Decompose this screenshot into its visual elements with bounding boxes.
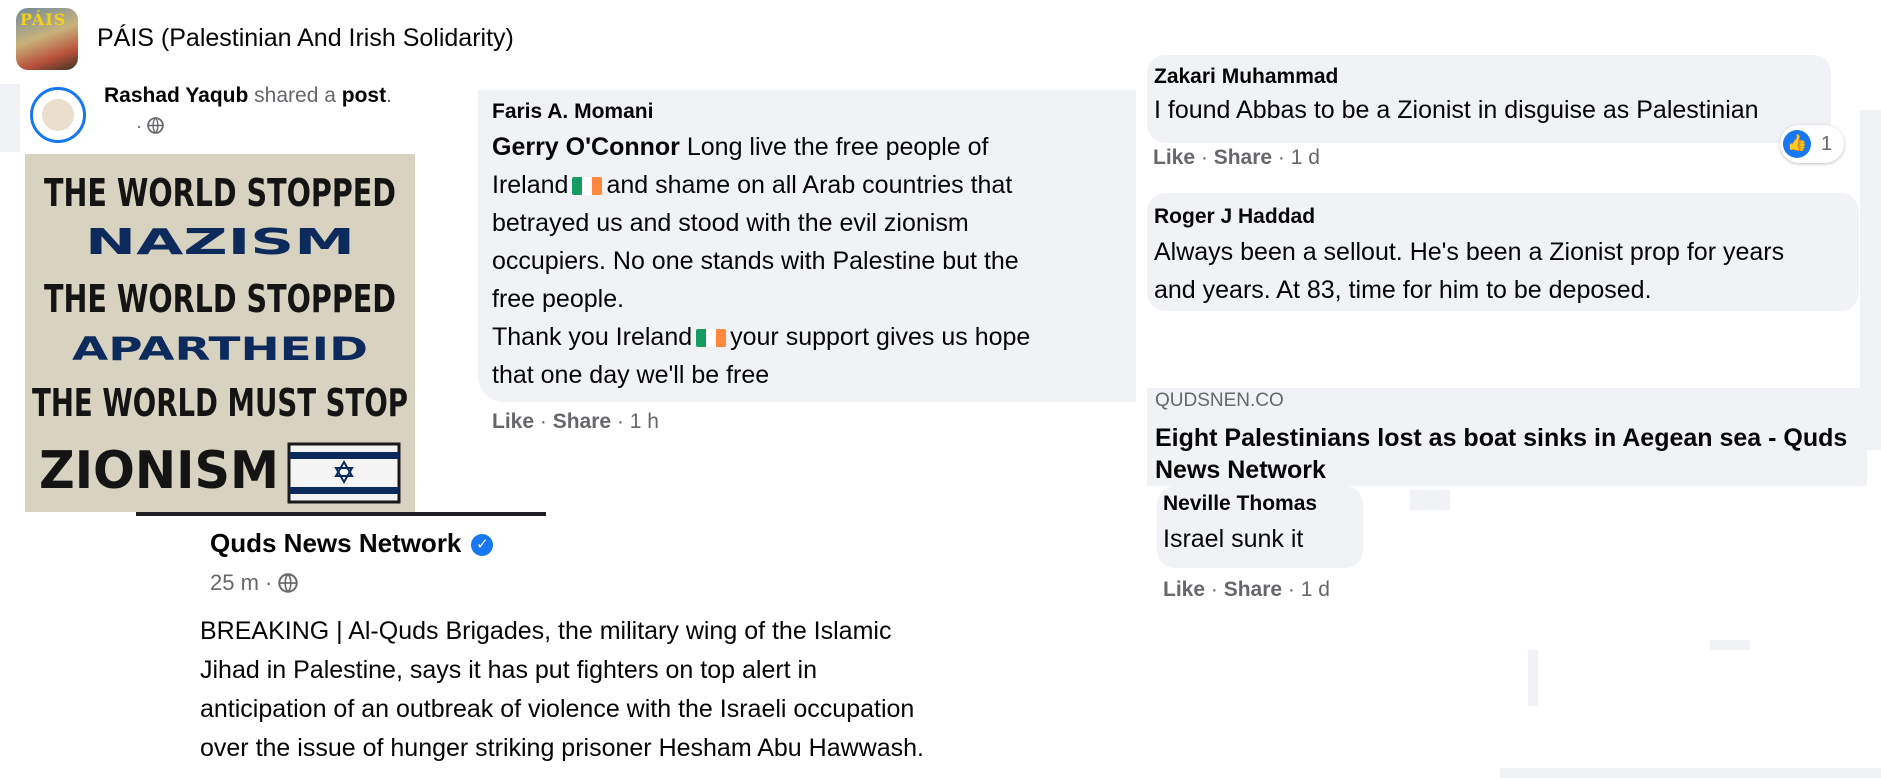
sign-line-5: THE WORLD MUST STOP: [32, 381, 408, 425]
ireland-flag-icon: [572, 177, 603, 196]
post-link[interactable]: post: [342, 84, 386, 107]
sign-line-2: NAZISM: [85, 222, 355, 263]
sharer-avatar[interactable]: [30, 87, 86, 143]
text-line: over the issue of hunger striking prison…: [200, 734, 924, 762]
background-fragment: [1860, 110, 1881, 450]
like-button[interactable]: Like: [1163, 578, 1205, 601]
comment-author[interactable]: Neville Thomas: [1163, 492, 1317, 516]
comment-text: Always been a sellout. He's been a Zioni…: [1154, 233, 1784, 309]
sign-line-6: ZIONISM: [39, 441, 279, 501]
comment-text: Israel sunk it: [1163, 525, 1304, 553]
link-domain: QUDSNEN.CO: [1155, 390, 1284, 411]
like-button[interactable]: Like: [492, 410, 534, 433]
ireland-flag-icon: [696, 329, 727, 348]
comment-author[interactable]: Faris A. Momani: [492, 100, 653, 124]
comment-author[interactable]: Roger J Haddad: [1154, 205, 1315, 229]
text-line: and shame on all Arab countries that: [606, 171, 1013, 199]
comment-zakari-bubble: Zakari Muhammad I found Abbas to be a Zi…: [1147, 55, 1831, 143]
text-line: that one day we'll be free: [492, 361, 770, 389]
tagged-user[interactable]: Gerry O'Connor: [492, 133, 680, 161]
comment-neville-actions: Like · Share · 1 d: [1163, 578, 1330, 601]
comment-neville-bubble: Neville Thomas Israel sunk it: [1157, 486, 1363, 568]
link-title[interactable]: Eight Palestinians lost as boat sinks in…: [1155, 422, 1847, 486]
comment-faris-bubble: Faris A. Momani Gerry O'Connor Long live…: [478, 90, 1136, 402]
link-preview-card[interactable]: QUDSNEN.CO Eight Palestinians lost as bo…: [1147, 388, 1867, 486]
shared-a-text: shared a: [254, 84, 336, 107]
sign-line-4: APARTHEID: [72, 330, 368, 368]
background-fragment: [1410, 490, 1450, 510]
group-avatar[interactable]: PÁIS: [16, 8, 78, 70]
qnn-page-name[interactable]: Quds News Network ✓: [210, 528, 494, 559]
like-button[interactable]: Like: [1153, 146, 1195, 169]
text-line: and years. At 83, time for him to be dep…: [1154, 276, 1652, 304]
group-avatar-text: PÁIS: [20, 10, 67, 29]
divider: [136, 512, 546, 516]
background-fragment: [1528, 650, 1538, 706]
meta-dot: ·: [136, 116, 142, 136]
shared-line: Rashad Yaqub shared a post.: [104, 84, 392, 108]
title-line: News Network: [1155, 456, 1326, 484]
shared-meta: ·: [136, 116, 164, 137]
comment-faris-actions: Like · Share · 1 h: [492, 410, 659, 433]
sign-line-1: THE WORLD STOPPED: [44, 171, 396, 215]
background-fragment: [1500, 768, 1881, 778]
text-line: BREAKING | Al-Quds Brigades, the militar…: [200, 617, 892, 645]
comment-author[interactable]: Zakari Muhammad: [1154, 65, 1338, 89]
title-line: Eight Palestinians lost as boat sinks in…: [1155, 424, 1848, 452]
qnn-meta: 25 m ·: [210, 570, 299, 596]
text-line: Long live the free people of: [679, 133, 989, 161]
comment-text: I found Abbas to be a Zionist in disguis…: [1154, 96, 1759, 124]
text-line: Jihad in Palestine, says it has put figh…: [200, 656, 818, 684]
comment-time[interactable]: 1 d: [1291, 146, 1320, 169]
like-reaction-icon: 👍: [1783, 130, 1811, 158]
qnn-name-text[interactable]: Quds News Network: [210, 528, 461, 558]
text-line: occupiers. No one stands with Palestine …: [492, 247, 1019, 275]
background-fragment: [0, 84, 20, 152]
text-line: free people.: [492, 285, 625, 313]
comment-zakari-actions: Like · Share · 1 d: [1153, 146, 1320, 169]
group-name[interactable]: PÁIS (Palestinian And Irish Solidarity): [97, 24, 514, 53]
text-line: Always been a sellout. He's been a Zioni…: [1154, 238, 1785, 266]
israel-flag-icon: [287, 442, 401, 504]
reaction-summary[interactable]: 👍 1: [1780, 125, 1844, 163]
text-line: Thank you Ireland: [492, 323, 693, 351]
sharer-name[interactable]: Rashad Yaqub: [104, 84, 248, 107]
globe-icon: [278, 573, 299, 593]
globe-icon: [147, 117, 164, 134]
period: .: [386, 84, 392, 107]
comment-roger-bubble: Roger J Haddad Always been a sellout. He…: [1147, 193, 1859, 311]
text-line: anticipation of an outbreak of violence …: [200, 695, 915, 723]
share-button[interactable]: Share: [1214, 146, 1272, 169]
share-button[interactable]: Share: [553, 410, 611, 433]
qnn-time[interactable]: 25 m: [210, 570, 259, 595]
sign-line-3: THE WORLD STOPPED: [44, 277, 396, 321]
share-button[interactable]: Share: [1224, 578, 1282, 601]
background-fragment: [1710, 640, 1750, 650]
comment-text: Gerry O'Connor Long live the free people…: [492, 128, 1132, 394]
reaction-count: 1: [1821, 133, 1833, 155]
qnn-post-text: BREAKING | Al-Quds Brigades, the militar…: [200, 612, 1080, 768]
comment-time[interactable]: 1 h: [630, 410, 659, 433]
text-line: betrayed us and stood with the evil zion…: [492, 209, 969, 237]
text-line: your support gives us hope: [730, 323, 1031, 351]
text-line: Ireland: [492, 171, 569, 199]
verified-badge-icon: ✓: [471, 534, 494, 557]
protest-sign-image[interactable]: THE WORLD STOPPED NAZISM THE WORLD STOPP…: [25, 154, 415, 512]
comment-time[interactable]: 1 d: [1301, 578, 1330, 601]
